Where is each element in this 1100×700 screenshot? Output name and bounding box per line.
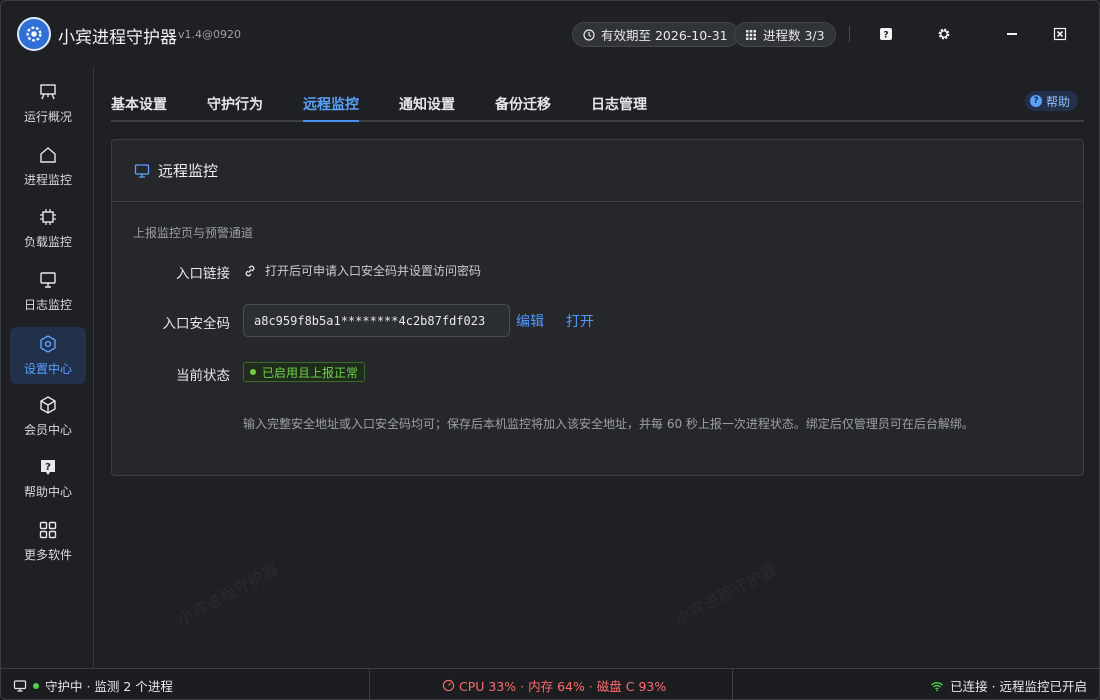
wifi-icon	[931, 681, 944, 691]
settings-button[interactable]	[933, 23, 955, 45]
help-circle-icon: ?	[1029, 95, 1042, 107]
help-pill[interactable]: ? 帮助	[1024, 91, 1078, 111]
easel-icon	[40, 84, 56, 100]
app-title: 小宾进程守护器	[58, 28, 177, 48]
remote-monitor-panel: 远程监控 上报监控页与预警通道 入口链接 打开后可申请入口安全码并设置访问密码 …	[111, 139, 1084, 476]
cpu-chip-icon	[40, 209, 56, 225]
monitor-icon	[13, 679, 27, 692]
grid-dots-icon	[746, 29, 756, 40]
sidebar-item-overview[interactable]: 运行概况	[10, 75, 86, 132]
minimize-button[interactable]	[1001, 23, 1023, 45]
svg-text:?: ?	[883, 31, 888, 41]
monitor-icon	[40, 272, 56, 288]
sidebar-item-more[interactable]: 更多软件	[10, 513, 86, 570]
watermark: 小宾进程守护器	[173, 559, 282, 630]
tab-remote-monitor[interactable]: 远程监控	[303, 94, 359, 122]
panel-header: 远程监控	[112, 140, 1083, 202]
security-code-field[interactable]: a8c959f8b5a1********4c2b87fdf023	[243, 304, 510, 337]
status-badge-text: 已启用且上报正常	[262, 365, 359, 380]
sidebar-item-label: 帮助中心	[23, 485, 72, 499]
entry-link-text: 打开后可申请入口安全码并设置访问密码	[265, 264, 482, 278]
sidebar-item-help[interactable]: ? 帮助中心	[10, 450, 86, 507]
guard-status-text: 守护中 · 监测 2 个进程	[45, 679, 173, 694]
tab-log-management[interactable]: 日志管理	[591, 94, 647, 122]
connection-status: 已连接 · 远程监控已开启	[930, 669, 1087, 699]
settings-hex-icon	[40, 335, 56, 353]
tab-guard-behavior[interactable]: 守护行为	[207, 94, 263, 122]
help-square-icon: ?	[880, 28, 892, 41]
gauge-icon	[442, 679, 455, 692]
monitor-icon	[134, 163, 150, 178]
current-status-label: 当前状态	[176, 368, 230, 384]
sidebar-item-label: 会员中心	[23, 423, 72, 437]
expiry-text: 有效期至 2026-10-31	[601, 28, 728, 43]
guard-status: 守护中 · 监测 2 个进程	[13, 669, 173, 699]
grid-icon	[39, 521, 57, 539]
clock-icon	[583, 28, 595, 41]
statusbar-divider	[369, 669, 370, 699]
panel-title: 远程监控	[158, 162, 219, 180]
sidebar-item-load[interactable]: 负载监控	[10, 200, 86, 257]
tab-backup[interactable]: 备份迁移	[495, 94, 551, 122]
connection-status-text: 已连接 · 远程监控已开启	[950, 679, 1087, 694]
close-button[interactable]	[1049, 23, 1071, 45]
app-window: 小宾进程守护器 v1.4@0920 有效期至 2026-10-31 进程数 3/…	[0, 0, 1100, 700]
security-code-label: 入口安全码	[162, 316, 231, 332]
process-count-pill[interactable]: 进程数 3/3	[734, 22, 836, 47]
sidebar-item-logs[interactable]: 日志监控	[10, 263, 86, 320]
app-logo-icon	[17, 17, 51, 51]
tab-notifications[interactable]: 通知设置	[399, 94, 455, 122]
sidebar-item-label: 日志监控	[23, 298, 72, 312]
sidebar-item-membership[interactable]: 会员中心	[10, 388, 86, 445]
statusbar-divider	[732, 669, 733, 699]
sidebar-item-label: 进程监控	[23, 173, 72, 187]
link-icon	[245, 265, 255, 276]
entry-link-label: 入口链接	[176, 266, 230, 282]
gear-icon	[938, 28, 950, 40]
status-dot-icon	[250, 369, 256, 375]
app-version: v1.4@0920	[178, 28, 241, 41]
sidebar-item-settings[interactable]: 设置中心	[10, 327, 86, 384]
help-pill-label: 帮助	[1045, 94, 1070, 109]
status-bar: 守护中 · 监测 2 个进程 CPU 33% · 内存 64% · 磁盘 C 9…	[1, 668, 1099, 699]
panel-subtitle: 上报监控页与预警通道	[133, 226, 254, 240]
edit-button[interactable]: 编辑	[516, 311, 544, 331]
status-badge: 已启用且上报正常	[243, 362, 366, 382]
resource-usage-text: CPU 33% · 内存 64% · 磁盘 C 93%	[459, 679, 667, 694]
sidebar: 运行概况 进程监控 负载监控 日志监控 设置中心 会员中心 ? 帮助中心 更多软	[1, 67, 94, 668]
sidebar-item-label: 更多软件	[23, 548, 72, 562]
process-count-text: 进程数 3/3	[763, 28, 825, 43]
settings-tabs: 基本设置 守护行为 远程监控 通知设置 备份迁移 日志管理 ? 帮助	[111, 82, 1084, 122]
titlebar-divider	[849, 26, 850, 42]
minimize-icon	[1007, 33, 1017, 35]
sidebar-item-process[interactable]: 进程监控	[10, 138, 86, 195]
svg-text:?: ?	[45, 462, 51, 473]
watermark: 小宾进程守护器	[671, 559, 780, 630]
entry-link[interactable]: 打开后可申请入口安全码并设置访问密码	[243, 262, 481, 279]
open-button[interactable]: 打开	[566, 311, 594, 331]
box-icon	[40, 396, 56, 414]
question-bubble-icon: ?	[41, 460, 55, 475]
sidebar-item-label: 运行概况	[23, 110, 72, 124]
sidebar-item-label: 设置中心	[23, 362, 72, 376]
help-button[interactable]: ?	[875, 23, 897, 45]
tab-basic[interactable]: 基本设置	[111, 94, 167, 122]
title-bar: 小宾进程守护器 v1.4@0920 有效期至 2026-10-31 进程数 3/…	[1, 1, 1099, 67]
sidebar-item-label: 负载监控	[23, 235, 72, 249]
home-icon	[40, 147, 56, 163]
expiry-pill[interactable]: 有效期至 2026-10-31	[572, 22, 739, 47]
close-icon	[1053, 27, 1067, 41]
help-note: 输入完整安全地址或入口安全码均可；保存后本机监控将加入该安全地址，并每 60 秒…	[243, 417, 974, 431]
resource-usage: CPU 33% · 内存 64% · 磁盘 C 93%	[442, 669, 667, 699]
guard-dot-icon	[33, 682, 39, 689]
